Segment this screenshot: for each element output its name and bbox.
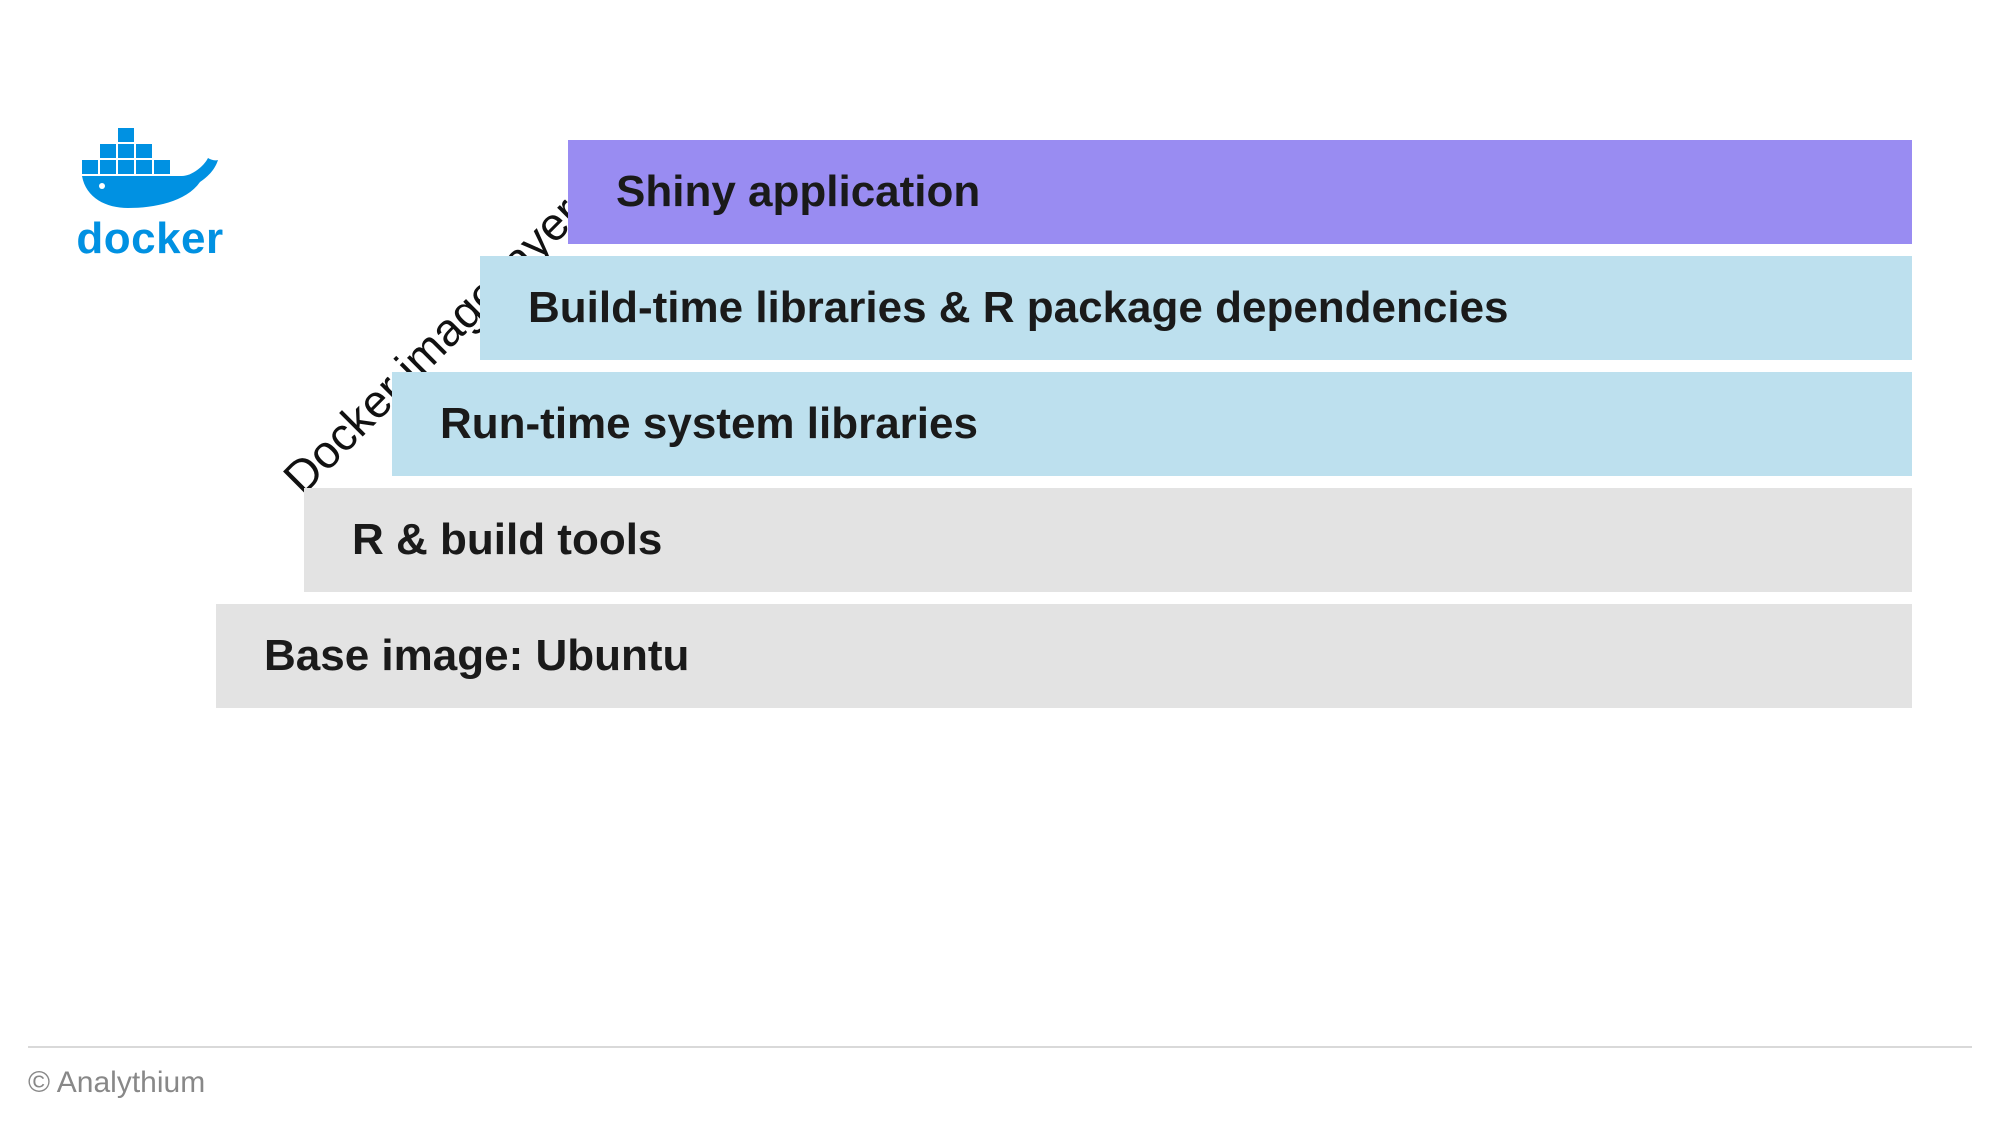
- layer-label: Build-time libraries & R package depende…: [528, 283, 1509, 333]
- docker-logo: docker: [60, 120, 240, 264]
- layer-r-build-tools: R & build tools: [304, 488, 1912, 592]
- layer-build-time-libraries: Build-time libraries & R package depende…: [480, 256, 1912, 360]
- layer-label: Shiny application: [616, 167, 980, 217]
- docker-logo-text: docker: [60, 214, 240, 264]
- layer-stack: Shiny application Build-time libraries &…: [216, 140, 1912, 708]
- layer-label: Base image: Ubuntu: [264, 631, 689, 681]
- docker-whale-icon: [80, 120, 220, 210]
- layer-label: R & build tools: [352, 515, 662, 565]
- footer-divider: [28, 1046, 1972, 1048]
- layer-shiny-application: Shiny application: [568, 140, 1912, 244]
- layer-base-image-ubuntu: Base image: Ubuntu: [216, 604, 1912, 708]
- layer-run-time-libraries: Run-time system libraries: [392, 372, 1912, 476]
- footer-copyright: © Analythium: [28, 1066, 205, 1100]
- layer-label: Run-time system libraries: [440, 399, 978, 449]
